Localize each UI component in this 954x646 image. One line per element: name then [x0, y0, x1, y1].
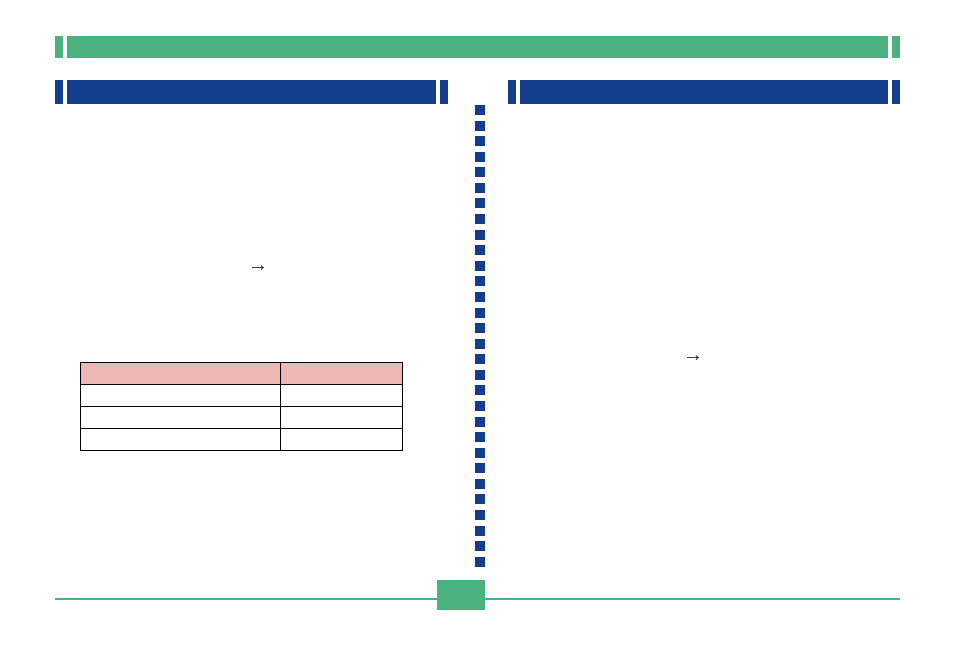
divider-dot — [475, 354, 485, 364]
table-cell — [81, 385, 281, 407]
left-bar-cap-right — [440, 80, 448, 104]
divider-dot — [475, 432, 485, 442]
table-cell — [81, 429, 281, 451]
divider-dot — [475, 323, 485, 333]
divider-dot — [475, 308, 485, 318]
divider-dot — [475, 526, 485, 536]
divider-dot — [475, 105, 485, 115]
divider-dot — [475, 198, 485, 208]
header-bar-mid — [67, 36, 888, 58]
left-column — [55, 80, 478, 570]
divider-dot — [475, 121, 485, 131]
page-header-bar — [55, 36, 900, 58]
right-bar-mid — [520, 80, 889, 104]
table-row — [81, 429, 403, 451]
page-number-badge — [437, 580, 485, 610]
divider-dot — [475, 152, 485, 162]
header-bar-cap-right — [892, 36, 900, 58]
arrow-icon: → — [683, 344, 703, 367]
table-row — [81, 385, 403, 407]
right-bar-cap-left — [508, 80, 516, 104]
table-header-cell — [81, 363, 281, 385]
divider-dot — [475, 494, 485, 504]
divider-dot — [475, 261, 485, 271]
left-bar-mid — [67, 80, 436, 104]
data-table — [80, 362, 403, 451]
divider-dot — [475, 214, 485, 224]
divider-dot — [475, 479, 485, 489]
divider-dot — [475, 292, 485, 302]
right-column-header-bar — [508, 80, 901, 104]
divider-dot — [475, 417, 485, 427]
divider-dot — [475, 183, 485, 193]
table-header-cell — [280, 363, 402, 385]
table-cell — [280, 407, 402, 429]
divider-dot — [475, 230, 485, 240]
left-bar-cap-left — [55, 80, 63, 104]
right-bar-cap-right — [892, 80, 900, 104]
divider-dot — [475, 448, 485, 458]
table-cell — [280, 385, 402, 407]
divider-dot — [475, 370, 485, 380]
left-column-header-bar — [55, 80, 448, 104]
divider-dot — [475, 276, 485, 286]
header-bar-cap-left — [55, 36, 63, 58]
right-column — [478, 80, 901, 570]
divider-dot — [475, 385, 485, 395]
divider-dot — [475, 541, 485, 551]
divider-dot — [475, 401, 485, 411]
table-cell — [81, 407, 281, 429]
divider-dot — [475, 463, 485, 473]
divider-dot — [475, 136, 485, 146]
table-row — [81, 407, 403, 429]
divider-dot — [475, 245, 485, 255]
divider-dot — [475, 510, 485, 520]
arrow-icon: → — [248, 254, 268, 277]
divider-dot — [475, 167, 485, 177]
divider-dot — [475, 557, 485, 567]
column-divider — [475, 105, 485, 567]
table-cell — [280, 429, 402, 451]
divider-dot — [475, 339, 485, 349]
table-header-row — [81, 363, 403, 385]
